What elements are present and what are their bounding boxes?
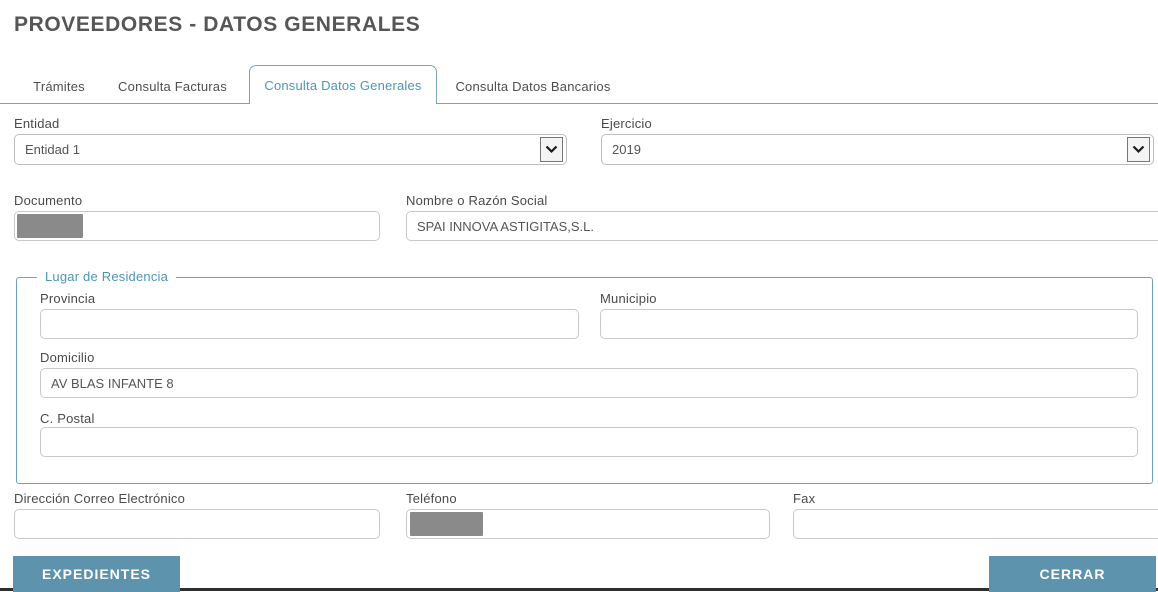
- cerrar-button[interactable]: CERRAR: [989, 556, 1156, 592]
- chevron-down-icon[interactable]: [1127, 137, 1150, 162]
- lugar-de-residencia-legend: Lugar de Residencia: [37, 269, 176, 284]
- lugar-de-residencia-fieldset: Lugar de Residencia Provincia Municipio …: [16, 277, 1153, 484]
- entidad-label: Entidad: [14, 116, 60, 131]
- nombre-razon-social-label: Nombre o Razón Social: [406, 193, 548, 208]
- entidad-select[interactable]: Entidad 1: [14, 134, 567, 165]
- fax-label: Fax: [793, 491, 815, 506]
- chevron-down-icon[interactable]: [540, 137, 563, 162]
- expedientes-button[interactable]: EXPEDIENTES: [13, 556, 180, 592]
- tabbar-divider: [0, 103, 1158, 104]
- municipio-label: Municipio: [600, 291, 657, 306]
- domicilio-field[interactable]: [40, 368, 1138, 398]
- tab-label: Consulta Datos Bancarios: [455, 79, 610, 94]
- provincia-field[interactable]: [40, 309, 579, 339]
- fax-field[interactable]: [793, 509, 1158, 539]
- ejercicio-select[interactable]: 2019: [601, 134, 1154, 165]
- nombre-razon-social-field[interactable]: [406, 211, 1158, 241]
- domicilio-label: Domicilio: [40, 350, 95, 365]
- tab-consulta-facturas[interactable]: Consulta Facturas: [104, 70, 241, 103]
- redacted-value: [410, 512, 483, 536]
- entidad-selected-value: Entidad 1: [25, 142, 80, 157]
- ejercicio-label: Ejercicio: [601, 116, 652, 131]
- tab-label: Trámites: [33, 79, 85, 94]
- telefono-field[interactable]: [406, 509, 770, 539]
- c-postal-label: C. Postal: [40, 411, 95, 426]
- tab-tramites[interactable]: Trámites: [24, 70, 94, 103]
- tab-consulta-datos-bancarios[interactable]: Consulta Datos Bancarios: [442, 70, 624, 103]
- municipio-field[interactable]: [600, 309, 1138, 339]
- page-title: PROVEEDORES - DATOS GENERALES: [14, 13, 420, 37]
- provincia-label: Provincia: [40, 291, 95, 306]
- c-postal-field[interactable]: [40, 427, 1138, 457]
- tab-label: Consulta Datos Generales: [264, 78, 421, 93]
- direccion-correo-electronico-field[interactable]: [14, 509, 380, 539]
- ejercicio-selected-value: 2019: [612, 142, 641, 157]
- telefono-label: Teléfono: [406, 491, 457, 506]
- documento-field[interactable]: [14, 211, 380, 241]
- documento-label: Documento: [14, 193, 82, 208]
- proveedores-datos-generales-window: PROVEEDORES - DATOS GENERALES Trámites C…: [0, 0, 1158, 592]
- direccion-correo-electronico-label: Dirección Correo Electrónico: [14, 491, 185, 506]
- tab-label: Consulta Facturas: [118, 79, 227, 94]
- tab-consulta-datos-generales[interactable]: Consulta Datos Generales: [249, 65, 437, 104]
- redacted-value: [17, 214, 83, 238]
